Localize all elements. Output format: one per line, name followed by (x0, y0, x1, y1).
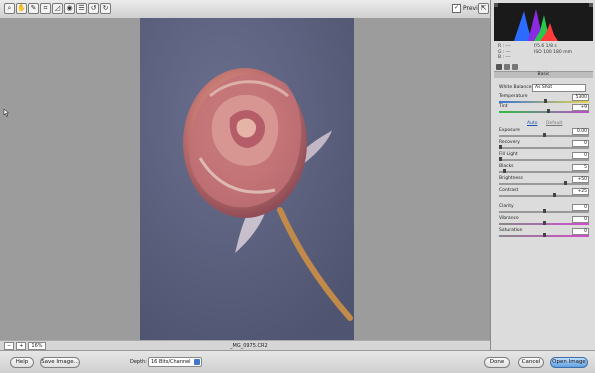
done-button[interactable]: Done (484, 357, 510, 368)
slider-thumb[interactable] (542, 221, 546, 225)
slider-track[interactable] (499, 147, 589, 149)
slider-value-field[interactable]: 0.00 (572, 128, 589, 135)
tab-tone-curve-icon[interactable] (504, 64, 510, 70)
slider-track[interactable] (499, 159, 589, 161)
zoom-control[interactable]: − +16% (4, 342, 48, 350)
slider-thumb[interactable] (542, 209, 546, 213)
slider-value-field[interactable]: 0 (572, 228, 589, 235)
exif-line2: ISO 100 180 mm (534, 49, 572, 55)
default-link[interactable]: Default (546, 121, 562, 126)
slider-track[interactable] (499, 111, 589, 113)
slider-thumb[interactable] (542, 133, 546, 137)
slider-row-brightness: Brightness +50 (494, 176, 593, 188)
redeye-tool-icon[interactable]: ◉ (64, 3, 75, 14)
slider-track[interactable] (499, 183, 589, 185)
slider-row-tint: Tint +9 (494, 104, 593, 116)
pixel-readout: R : --- G : --- B : --- f/5.6 1/8 s ISO … (494, 43, 593, 61)
hand-cursor-icon (3, 109, 9, 117)
slider-value-field[interactable]: 5 (572, 164, 589, 171)
readout-r: R : --- (498, 44, 511, 49)
slider-label: Recovery (499, 140, 520, 145)
slider-value-field[interactable]: 0 (572, 216, 589, 223)
slider-track[interactable] (499, 171, 589, 173)
tab-basic-icon[interactable] (496, 64, 502, 70)
hand-tool-icon[interactable]: ✋ (16, 3, 27, 14)
filename-label: _MG_0975.CR2 (230, 343, 268, 349)
readout-b: B : --- (498, 55, 511, 60)
straighten-tool-icon[interactable]: ◿ (52, 3, 63, 14)
slider-label: Tint (499, 104, 508, 109)
auto-link[interactable]: Auto (527, 121, 537, 126)
slider-row-saturation: Saturation 0 (494, 228, 593, 240)
slider-thumb[interactable] (546, 109, 550, 113)
slider-value-field[interactable]: 0 (572, 204, 589, 211)
cancel-button[interactable]: Cancel (518, 357, 544, 368)
slider-thumb[interactable] (503, 169, 507, 173)
white-balance-label: White Balance: (499, 85, 533, 90)
slider-label: Saturation (499, 228, 523, 233)
zoom-out-button[interactable]: − (4, 342, 15, 350)
white-balance-tool-icon[interactable]: ✎ (28, 3, 39, 14)
tab-detail-icon[interactable] (512, 64, 518, 70)
slider-value-field[interactable]: +9 (572, 104, 589, 111)
crop-tool-icon[interactable]: ⌗ (40, 3, 51, 14)
slider-value-field[interactable]: 5300 (572, 94, 589, 101)
zoom-tool-icon[interactable]: ⌕ (4, 3, 15, 14)
slider-row-fill-light: Fill Light 0 (494, 152, 593, 164)
depth-select[interactable]: 16 Bits/Channel (148, 357, 202, 367)
white-balance-select[interactable]: As Shot (532, 84, 586, 92)
preview-checkbox[interactable]: ✓ (452, 4, 461, 13)
help-button[interactable]: Help (10, 357, 34, 368)
preferences-tool-icon[interactable]: ☰ (76, 3, 87, 14)
open-image-button[interactable]: Open Image (550, 357, 588, 368)
adjustments-panel: R : --- G : --- B : --- f/5.6 1/8 s ISO … (490, 0, 595, 350)
slider-thumb[interactable] (499, 157, 502, 161)
slider-value-field[interactable]: 0 (572, 152, 589, 159)
depth-value: 16 Bits/Channel (151, 359, 191, 365)
slider-row-contrast: Contrast +25 (494, 188, 593, 200)
photo-preview[interactable] (140, 18, 354, 340)
slider-row-recovery: Recovery 0 (494, 140, 593, 152)
depth-dropdown-icon (194, 359, 200, 365)
slider-thumb[interactable] (544, 99, 548, 103)
slider-thumb[interactable] (564, 181, 568, 185)
slider-value-field[interactable]: +50 (572, 176, 589, 183)
slider-thumb[interactable] (499, 145, 502, 149)
slider-label: Temperature (499, 94, 528, 99)
slider-row-blacks: Blacks 5 (494, 164, 593, 176)
save-image-button[interactable]: Save Image... (40, 357, 80, 368)
slider-label: Clarity (499, 204, 514, 209)
slider-thumb[interactable] (552, 193, 556, 197)
toolbar: ⌕ ✋ ✎ ⌗ ◿ ◉ ☰ ↺ ↻ ✓ Preview ⇱ (0, 0, 490, 19)
fullscreen-icon[interactable]: ⇱ (478, 3, 489, 14)
slider-value-field[interactable]: 0 (572, 140, 589, 147)
zoom-level[interactable]: 16% (28, 342, 46, 350)
auto-default-row: Auto Default (494, 121, 593, 127)
slider-track[interactable] (499, 195, 589, 197)
rotate-right-icon[interactable]: ↻ (100, 3, 111, 14)
white-balance-row: White Balance: As Shot (494, 84, 593, 92)
slider-value-field[interactable]: +25 (572, 188, 589, 195)
slider-label: Brightness (499, 176, 523, 181)
histogram (494, 3, 593, 41)
depth-label: Depth: (130, 359, 147, 365)
panel-tabs (494, 63, 593, 72)
rotate-left-icon[interactable]: ↺ (88, 3, 99, 14)
slider-row-exposure: Exposure 0.00 (494, 128, 593, 140)
slider-label: Contrast (499, 188, 519, 193)
zoom-in-button[interactable]: + (16, 342, 27, 350)
panel-title: Basic (494, 72, 593, 78)
slider-row-clarity: Clarity 0 (494, 204, 593, 216)
slider-label: Exposure (499, 128, 520, 133)
slider-thumb[interactable] (542, 233, 546, 237)
footer-bar: Help Save Image... Depth: 16 Bits/Channe… (0, 350, 595, 373)
slider-label: Vibrance (499, 216, 519, 221)
slider-row-vibrance: Vibrance 0 (494, 216, 593, 228)
